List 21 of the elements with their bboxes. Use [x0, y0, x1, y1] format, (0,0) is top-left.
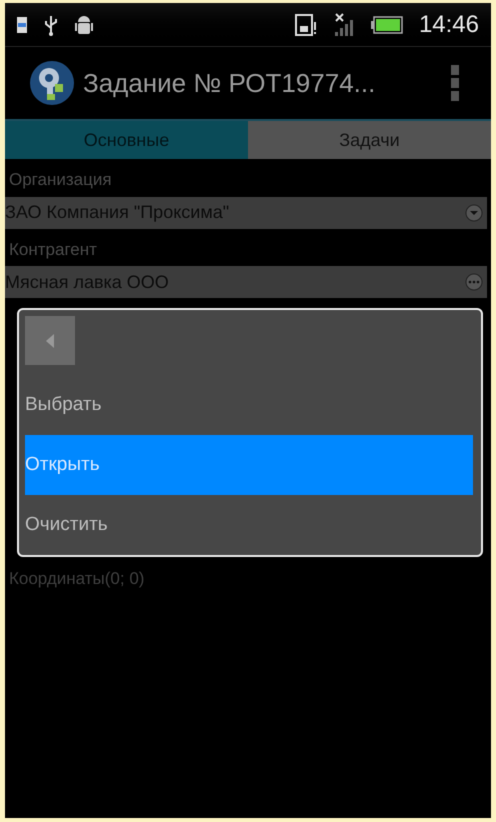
field-label: Контрагент [8, 238, 98, 260]
tab[interactable]: Задачи [248, 121, 491, 159]
screen-title: Задание № РОТ19774... [83, 66, 376, 100]
menu-item[interactable]: Открыть [25, 435, 473, 495]
tab[interactable]: Основные [5, 121, 248, 159]
coordinates-label: Координаты(0; 0) [8, 568, 146, 590]
app-logo-icon [29, 60, 75, 106]
usb-icon [43, 14, 59, 36]
menu-item[interactable]: Выбрать [25, 375, 475, 435]
back-arrow-icon [45, 332, 55, 348]
back-button[interactable] [25, 316, 75, 365]
field-label: Организация [8, 169, 113, 191]
battery-icon [370, 16, 403, 34]
dropdown-icon[interactable] [465, 204, 483, 222]
more-icon[interactable] [465, 273, 483, 291]
notification-icon [17, 16, 27, 32]
sim-card-icon [294, 14, 317, 36]
clock: 14:46 [418, 10, 479, 40]
menu-item[interactable]: Очистить [25, 495, 475, 555]
android-icon [75, 14, 93, 36]
signal-icon [332, 12, 355, 38]
